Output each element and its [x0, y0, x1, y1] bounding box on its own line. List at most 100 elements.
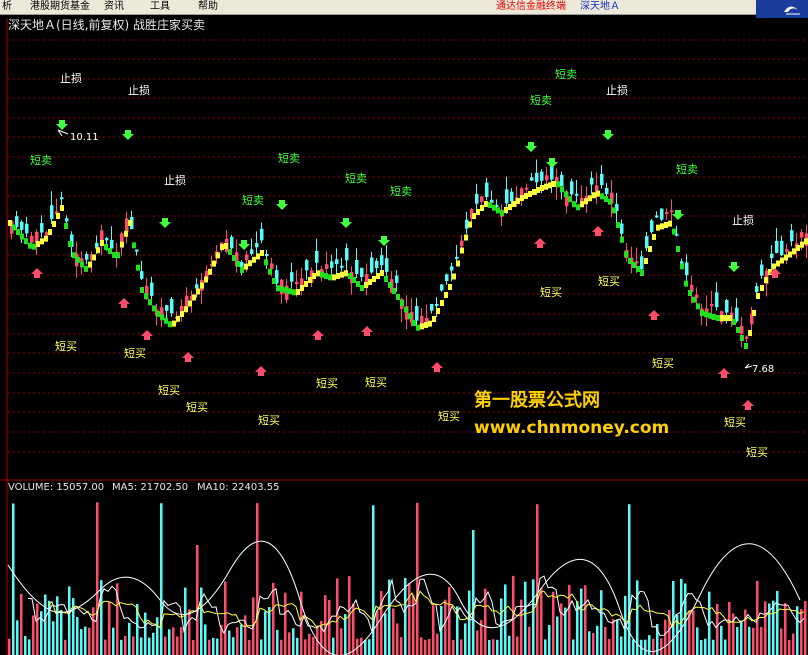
- trend-block: [12, 224, 16, 231]
- trend-block: [548, 182, 552, 189]
- candle-body: [325, 264, 329, 269]
- volume-bar: [780, 628, 783, 655]
- trend-block: [500, 210, 504, 216]
- trend-block: [440, 300, 444, 306]
- trend-block: [172, 320, 176, 327]
- volume-bar: [52, 621, 55, 655]
- volume-bar: [696, 627, 699, 655]
- trend-block: [360, 285, 364, 291]
- volume-bar: [16, 620, 19, 655]
- trend-block: [76, 256, 80, 263]
- short-buy-label: 短买: [746, 445, 768, 459]
- volume-bar: [584, 585, 587, 655]
- trend-block: [504, 207, 508, 213]
- candle-body: [260, 228, 264, 241]
- volume-bar: [728, 601, 731, 655]
- volume-bar: [120, 639, 123, 655]
- trend-block: [112, 252, 116, 258]
- short-buy-label: 短买: [598, 274, 620, 288]
- trend-block: [256, 253, 260, 260]
- volume-bar: [432, 605, 435, 655]
- volume-bar: [548, 625, 551, 655]
- volume-bar: [736, 627, 739, 655]
- trend-block: [8, 220, 12, 226]
- candle-body: [715, 292, 719, 308]
- volume-bar: [184, 587, 187, 655]
- trend-block: [632, 262, 636, 268]
- trend-block: [204, 276, 208, 283]
- candle-body: [755, 286, 759, 293]
- candle-body: [760, 264, 764, 276]
- trend-block: [60, 205, 64, 211]
- trend-block: [24, 238, 28, 245]
- volume-bar: [508, 635, 511, 655]
- volume-bar: [592, 632, 595, 655]
- trend-block: [724, 315, 728, 321]
- trend-block: [804, 238, 808, 245]
- volume-bar: [652, 638, 655, 655]
- volume-bar: [128, 622, 131, 655]
- volume-bar: [28, 639, 31, 655]
- volume-bar: [496, 639, 499, 655]
- candle-body: [660, 208, 664, 220]
- volume-bar: [272, 582, 275, 655]
- trend-block: [100, 240, 104, 246]
- candle-body: [380, 255, 384, 266]
- trend-block: [300, 285, 304, 291]
- candle-body: [440, 284, 444, 291]
- chart-area[interactable]: 止损止损止损止损止损短卖短卖短卖短卖短卖短卖短卖短卖短买短买短买短买短买短买 短买…: [0, 0, 808, 655]
- volume-bar: [132, 636, 135, 655]
- volume-bar: [372, 505, 375, 655]
- candle-body: [240, 262, 244, 267]
- trend-block: [316, 270, 320, 277]
- candle-body: [340, 265, 344, 268]
- trend-block: [288, 288, 292, 295]
- trend-block: [688, 290, 692, 296]
- volume-bar: [648, 635, 651, 655]
- trend-block: [616, 222, 620, 228]
- trend-block: [428, 320, 432, 327]
- volume-bar: [424, 639, 427, 655]
- short-sell-label: 短卖: [390, 184, 412, 198]
- candle-body: [530, 177, 534, 181]
- short-buy-label: 短买: [438, 409, 460, 423]
- trend-block: [756, 293, 760, 299]
- candle-body: [65, 218, 69, 222]
- volume-bar: [260, 639, 263, 655]
- trend-block: [276, 285, 280, 292]
- trend-block: [284, 287, 288, 294]
- trend-block: [764, 277, 768, 283]
- candle-body: [290, 272, 294, 282]
- candle-body: [230, 236, 234, 249]
- candle-body: [550, 165, 554, 180]
- candle-body: [355, 259, 359, 274]
- trend-block: [716, 315, 720, 321]
- short-buy-label: 短买: [724, 415, 746, 429]
- volume-bar: [328, 599, 331, 655]
- volume-bar: [104, 639, 107, 655]
- trend-block: [108, 248, 112, 254]
- trend-block: [324, 273, 328, 279]
- volume-bar: [596, 625, 599, 655]
- trend-block: [164, 317, 168, 324]
- trend-block: [648, 246, 652, 252]
- volume-bar: [204, 624, 207, 655]
- volume-bar: [556, 616, 559, 655]
- buy-arrow-icon: [718, 368, 730, 378]
- trend-block: [524, 193, 528, 199]
- trend-block: [120, 241, 124, 248]
- candle-body: [545, 175, 549, 181]
- trend-block: [660, 223, 664, 230]
- volume-bar: [448, 587, 451, 655]
- trend-block: [368, 279, 372, 285]
- trend-block: [28, 242, 32, 249]
- candle-body: [710, 303, 714, 307]
- candle-body: [315, 250, 319, 263]
- chart-title: 深天地Ａ(日线,前复权) 战胜庄家买卖: [8, 18, 205, 32]
- stop-loss-label: 止损: [60, 71, 82, 85]
- volume-bar: [472, 530, 475, 655]
- candle-body: [415, 306, 419, 321]
- short-sell-label: 短卖: [30, 153, 52, 167]
- volume-bar: [700, 639, 703, 655]
- candle-body: [510, 191, 514, 202]
